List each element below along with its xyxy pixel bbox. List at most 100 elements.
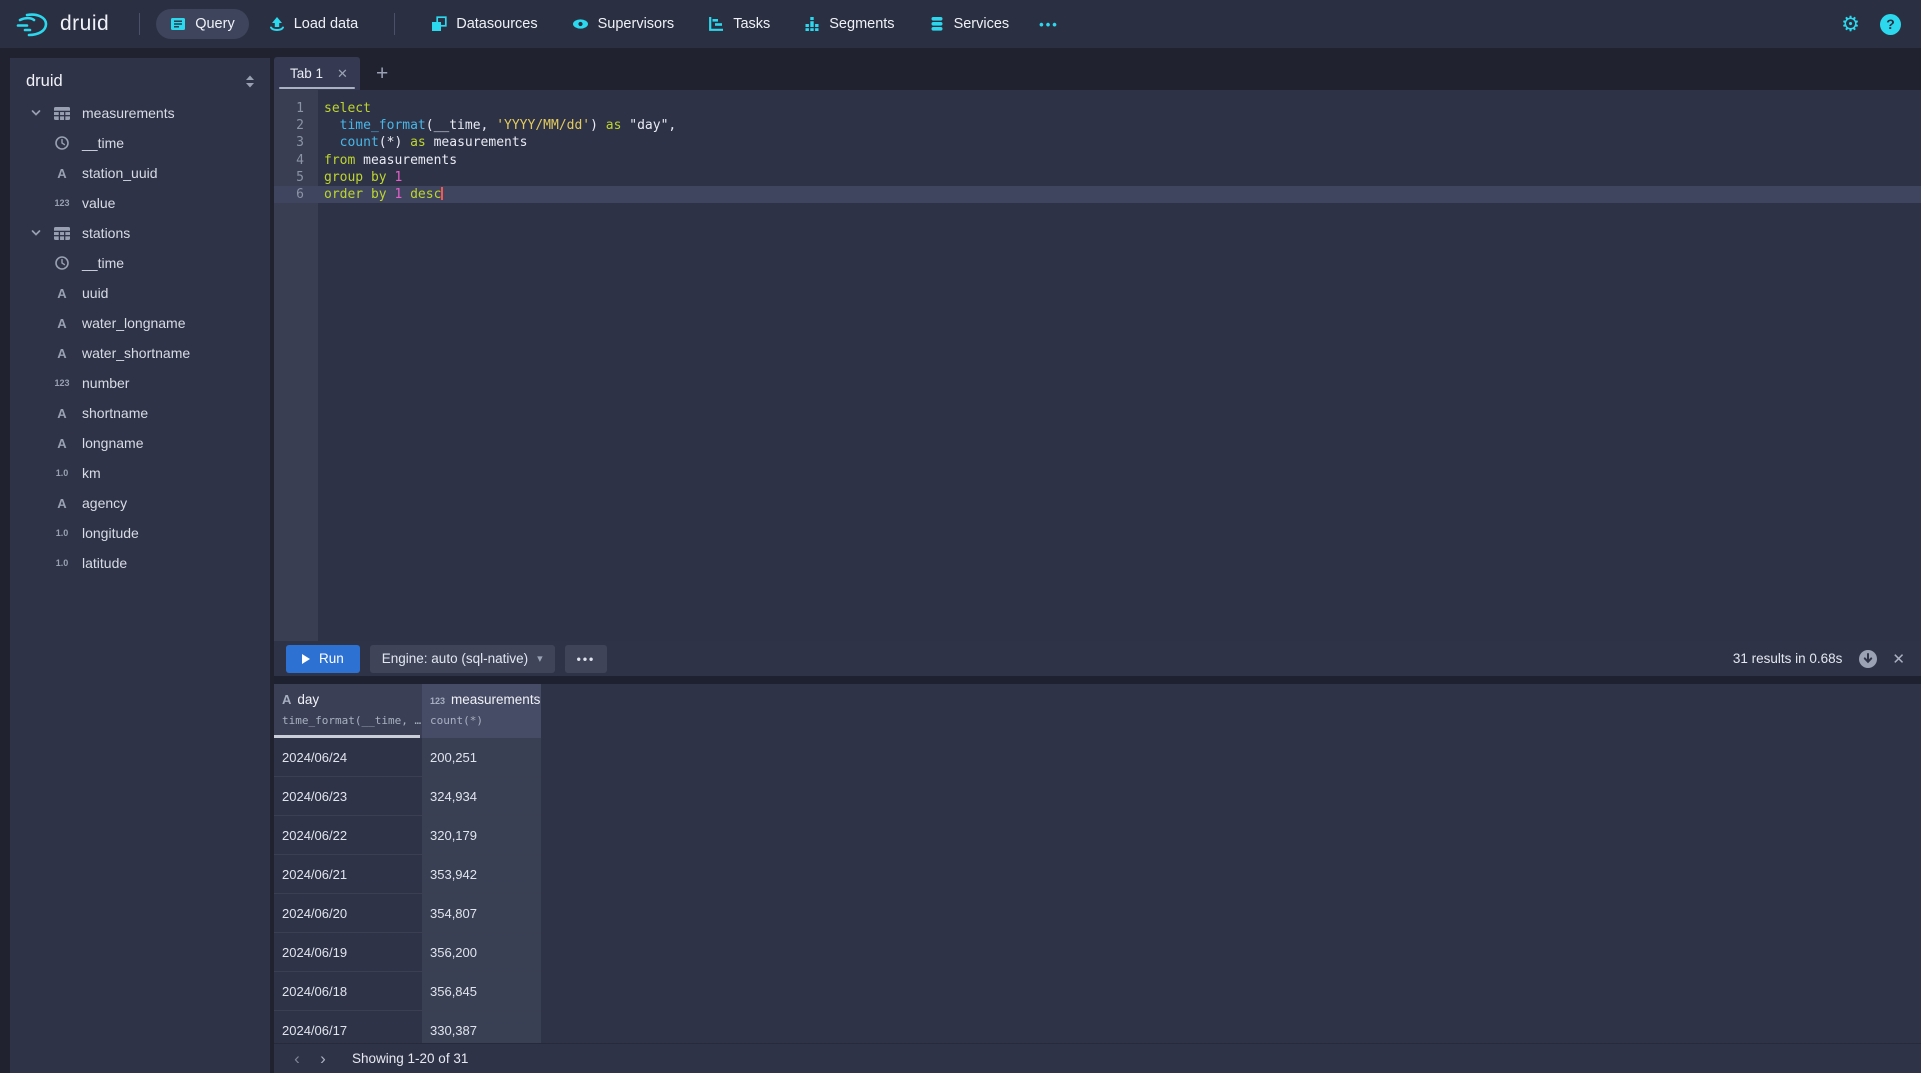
schema-header[interactable]: druid	[10, 58, 270, 98]
druid-logo[interactable]: druid	[16, 11, 109, 38]
cell-day[interactable]: 2024/06/23	[274, 777, 422, 815]
line-number: 1	[274, 100, 318, 117]
datasources-icon	[431, 16, 447, 32]
results-header-row: A day time_format(__time, … 123 measurem…	[274, 684, 1921, 738]
run-button-label: Run	[319, 651, 344, 666]
tree-table-stations[interactable]: stations	[10, 218, 270, 248]
results-body: 2024/06/24200,2512024/06/23324,9342024/0…	[274, 738, 1921, 1044]
cell-measurements[interactable]: 200,251	[422, 738, 541, 776]
chevron-down-icon[interactable]	[30, 107, 52, 119]
run-button[interactable]: Run	[286, 645, 360, 673]
tree-column-uuid[interactable]: Auuid	[10, 278, 270, 308]
cell-day[interactable]: 2024/06/20	[274, 894, 422, 932]
cell-measurements[interactable]: 354,807	[422, 894, 541, 932]
nav-item-load-data[interactable]: Load data	[255, 9, 373, 39]
tree-item-label: longitude	[82, 525, 139, 541]
tree-item-label: km	[82, 465, 101, 481]
panel-divider	[274, 676, 1921, 684]
cell-measurements[interactable]: 324,934	[422, 777, 541, 815]
nav-item-datasources[interactable]: Datasources	[417, 9, 551, 39]
column-header-day[interactable]: A day time_format(__time, …	[274, 684, 422, 738]
cell-measurements[interactable]: 353,942	[422, 855, 541, 893]
tree-item-label: measurements	[82, 105, 175, 121]
tree-column-agency[interactable]: Aagency	[10, 488, 270, 518]
nav-more-icon[interactable]: •••	[1029, 10, 1069, 39]
chevron-down-icon[interactable]	[30, 227, 52, 239]
add-tab-button[interactable]: +	[376, 62, 388, 86]
sql-editor[interactable]: 1select2 time_format(__time, 'YYYY/MM/dd…	[274, 90, 1921, 641]
table-type-icon	[52, 107, 72, 120]
next-page-icon[interactable]: ›	[310, 1049, 336, 1069]
close-results-icon[interactable]: ✕	[1892, 650, 1905, 668]
navbar-menu: Query Load data Datasources Supervisors	[156, 9, 1069, 39]
tab-close-icon[interactable]: ✕	[337, 66, 348, 82]
run-more-button[interactable]: •••	[565, 645, 608, 673]
navbar-divider	[139, 13, 140, 35]
sql-code: 1select2 time_format(__time, 'YYYY/MM/dd…	[274, 100, 1921, 203]
cell-day[interactable]: 2024/06/19	[274, 933, 422, 971]
sort-double-caret-icon[interactable]	[244, 74, 256, 89]
editor-line-2[interactable]: 2 time_format(__time, 'YYYY/MM/dd') as "…	[274, 117, 1921, 134]
tasks-icon	[708, 16, 724, 32]
download-icon[interactable]	[1858, 649, 1878, 669]
cell-measurements[interactable]: 356,200	[422, 933, 541, 971]
tree-column-latitude[interactable]: 1.0latitude	[10, 548, 270, 578]
previous-page-icon[interactable]: ‹	[284, 1049, 310, 1069]
tree-table-measurements[interactable]: measurements	[10, 98, 270, 128]
navbar-divider	[394, 13, 395, 35]
cell-measurements[interactable]: 356,845	[422, 972, 541, 1010]
cell-day[interactable]: 2024/06/21	[274, 855, 422, 893]
tree-column-station_uuid[interactable]: Astation_uuid	[10, 158, 270, 188]
tree-column-__time[interactable]: __time	[10, 248, 270, 278]
editor-line-4[interactable]: 4from measurements	[274, 152, 1921, 169]
cell-measurements[interactable]: 330,387	[422, 1011, 541, 1044]
cell-day[interactable]: 2024/06/17	[274, 1011, 422, 1044]
line-code: time_format(__time, 'YYYY/MM/dd') as "da…	[318, 117, 676, 134]
line-number: 5	[274, 169, 318, 186]
tab-tab1[interactable]: Tab 1 ✕	[274, 57, 360, 90]
engine-select-button[interactable]: Engine: auto (sql-native) ▾	[370, 645, 555, 673]
tree-item-label: uuid	[82, 285, 108, 301]
editor-line-1[interactable]: 1select	[274, 100, 1921, 117]
tree-column-number[interactable]: 123number	[10, 368, 270, 398]
engine-label: Engine: auto (sql-native)	[382, 651, 528, 666]
cell-day[interactable]: 2024/06/18	[274, 972, 422, 1010]
settings-gear-icon[interactable]: ⚙	[1841, 14, 1860, 35]
column-expression: time_format(__time, …	[282, 714, 422, 727]
tree-column-water_longname[interactable]: Awater_longname	[10, 308, 270, 338]
nav-item-segments[interactable]: Segments	[790, 9, 908, 39]
column-header-measurements[interactable]: 123 measurements count(*)	[422, 684, 541, 738]
run-toolbar: Run Engine: auto (sql-native) ▾ ••• 31 r…	[274, 641, 1921, 676]
editor-line-6[interactable]: 6order by 1 desc	[274, 186, 1921, 203]
string-type-icon: A	[52, 286, 72, 301]
tree-item-label: __time	[82, 135, 124, 151]
cell-day[interactable]: 2024/06/22	[274, 816, 422, 854]
editor-line-5[interactable]: 5group by 1	[274, 169, 1921, 186]
time-type-icon	[52, 136, 72, 150]
schema-sidebar: druid measurements__timeAstation_uuid123…	[10, 58, 270, 1073]
nav-item-supervisors[interactable]: Supervisors	[558, 9, 689, 39]
number-type-icon: 123	[52, 378, 72, 388]
tree-column-shortname[interactable]: Ashortname	[10, 398, 270, 428]
tree-column-longname[interactable]: Alongname	[10, 428, 270, 458]
nav-item-services[interactable]: Services	[915, 9, 1024, 39]
tree-item-label: station_uuid	[82, 165, 158, 181]
nav-item-tasks[interactable]: Tasks	[694, 9, 784, 39]
cell-day[interactable]: 2024/06/24	[274, 738, 422, 776]
tree-column-__time[interactable]: __time	[10, 128, 270, 158]
tree-column-km[interactable]: 1.0km	[10, 458, 270, 488]
table-row: 2024/06/21353,942	[274, 855, 541, 894]
tree-item-label: water_longname	[82, 315, 186, 331]
tree-column-longitude[interactable]: 1.0longitude	[10, 518, 270, 548]
navbar-right: ⚙ ?	[1841, 14, 1905, 35]
nav-item-query[interactable]: Query	[156, 9, 249, 39]
help-icon[interactable]: ?	[1880, 14, 1901, 35]
cell-measurements[interactable]: 320,179	[422, 816, 541, 854]
nav-item-label: Datasources	[456, 16, 537, 32]
chevron-down-icon: ▾	[537, 652, 543, 665]
editor-line-3[interactable]: 3 count(*) as measurements	[274, 134, 1921, 151]
pagination-text: Showing 1-20 of 31	[352, 1051, 468, 1066]
line-code: from measurements	[318, 152, 457, 169]
tree-column-water_shortname[interactable]: Awater_shortname	[10, 338, 270, 368]
tree-column-value[interactable]: 123value	[10, 188, 270, 218]
